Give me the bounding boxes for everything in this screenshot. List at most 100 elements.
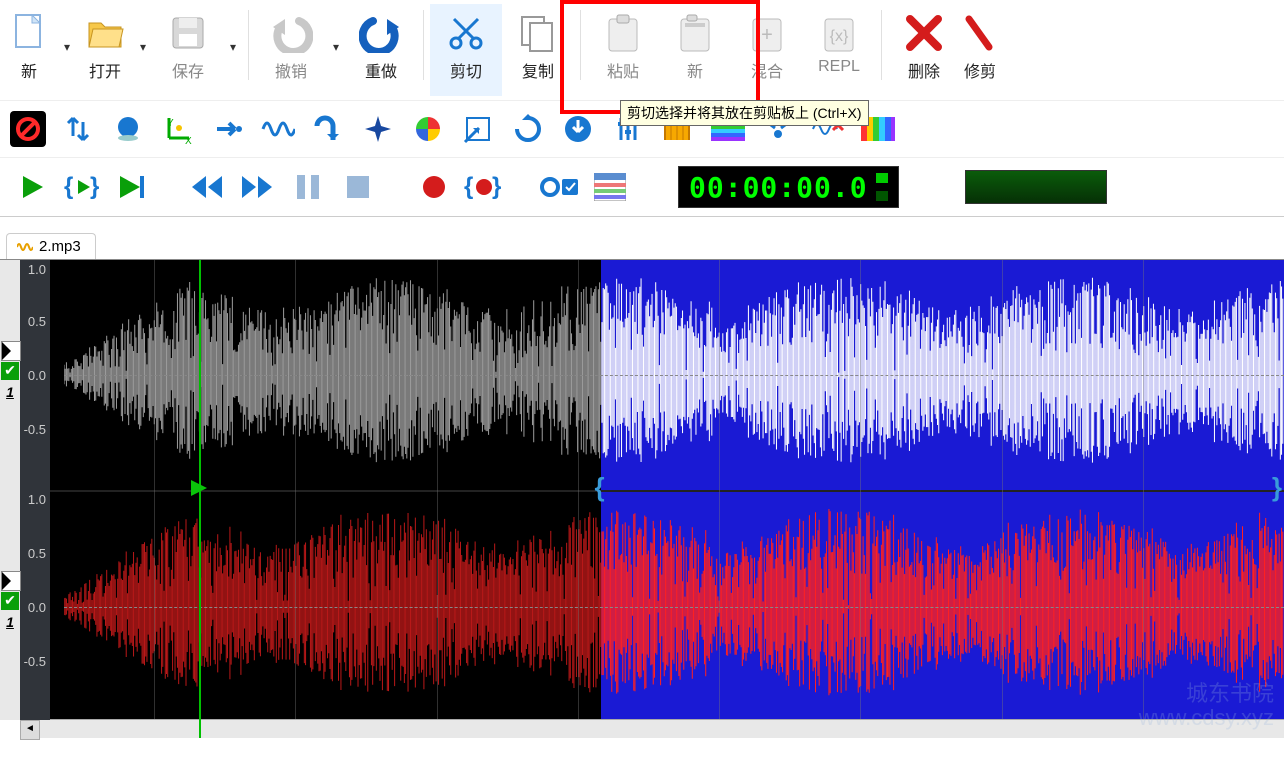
waveform-tab-icon (17, 241, 33, 253)
axis-icon[interactable]: YX (160, 111, 196, 147)
transport-toolbar: {} {} 00:00:00.0 (0, 158, 1284, 217)
download-icon[interactable] (560, 111, 596, 147)
redo-button[interactable]: 重做 (345, 4, 417, 96)
paste-button[interactable]: 粘贴 (587, 4, 659, 96)
play-button[interactable] (10, 167, 54, 207)
undo-dropdown-icon[interactable]: ▾ (327, 4, 345, 90)
trim-icon (965, 10, 995, 56)
trim-button[interactable]: 修剪 (960, 4, 1000, 96)
list-view-button[interactable] (588, 167, 632, 207)
save-label: 保存 (172, 58, 204, 82)
forward-button[interactable] (236, 167, 280, 207)
mix-icon: + (749, 10, 785, 56)
channel-right[interactable] (20, 490, 1284, 722)
uturn-icon[interactable] (310, 111, 346, 147)
folder-open-icon (85, 10, 125, 56)
recycle-icon[interactable] (510, 111, 546, 147)
pause-button[interactable] (286, 167, 330, 207)
svg-text:Y: Y (167, 118, 174, 129)
target-arrow-icon[interactable] (460, 111, 496, 147)
amp2--0.5: -0.5 (24, 654, 46, 669)
stop-button[interactable] (336, 167, 380, 207)
wave-icon[interactable] (260, 111, 296, 147)
copy-icon (518, 10, 558, 56)
save-dropdown-icon[interactable]: ▾ (224, 4, 242, 90)
channel-left[interactable] (20, 260, 1284, 490)
channel-id-2: 1 (0, 614, 20, 630)
delete-label: 删除 (908, 58, 940, 82)
rewind-button[interactable] (186, 167, 230, 207)
scissors-icon (446, 10, 486, 56)
playback-cursor[interactable] (199, 260, 201, 738)
svg-text:}: } (492, 173, 501, 200)
svg-text:+: + (761, 24, 773, 46)
paste-new-label: 新 (687, 58, 703, 82)
new-dropdown-icon[interactable]: ▾ (58, 4, 76, 90)
file-new-icon (12, 10, 46, 56)
time-display: 00:00:00.0 (678, 166, 899, 208)
delete-button[interactable]: 删除 (888, 4, 960, 96)
amp-0.5: 0.5 (28, 314, 46, 329)
sphere-icon[interactable] (110, 111, 146, 147)
selection-end-bracket[interactable]: } (1272, 472, 1282, 503)
play-loop-button[interactable] (110, 167, 154, 207)
copy-label: 复制 (522, 58, 554, 82)
channel-solo-2[interactable]: ✔ (1, 592, 19, 610)
channel-solo-1[interactable]: ✔ (1, 362, 19, 380)
cut-label: 剪切 (450, 58, 482, 82)
horizontal-scrollbar[interactable]: ◄ (20, 719, 1284, 738)
delete-icon (904, 10, 944, 56)
clipboard-icon (605, 10, 641, 56)
amp-1.0: 1.0 (28, 262, 46, 277)
play-selection-button[interactable]: {} (60, 167, 104, 207)
no-entry-icon[interactable] (10, 111, 46, 147)
color-wheel-icon[interactable] (410, 111, 446, 147)
swap-vert-icon[interactable] (60, 111, 96, 147)
amp-0.0: 0.0 (28, 368, 46, 383)
open-dropdown-icon[interactable]: ▾ (134, 4, 152, 90)
record-button[interactable] (412, 167, 456, 207)
svg-text:X: X (185, 136, 192, 144)
record-selection-button[interactable]: {} (462, 167, 506, 207)
redo-label: 重做 (365, 58, 397, 82)
mix-button[interactable]: + 混合 (731, 4, 803, 96)
selection-start-bracket[interactable]: { (594, 472, 604, 503)
open-button[interactable]: 打开 (76, 4, 134, 96)
star-burst-icon[interactable] (360, 111, 396, 147)
svg-text:{: { (64, 173, 73, 200)
paste-label: 粘贴 (607, 58, 639, 82)
amp2-1.0: 1.0 (28, 492, 46, 507)
copy-button[interactable]: 复制 (502, 4, 574, 96)
svg-text:}: } (90, 173, 99, 200)
cut-button[interactable]: 剪切 (430, 4, 502, 96)
clipboard-new-icon (677, 10, 713, 56)
trim-label: 修剪 (964, 58, 996, 82)
amp2-0.5: 0.5 (28, 546, 46, 561)
scroll-left-icon[interactable]: ◄ (20, 720, 40, 740)
svg-text:{: { (464, 173, 473, 200)
channel-mute-2[interactable] (1, 571, 21, 591)
open-label: 打开 (89, 58, 121, 82)
tab-filename: 2.mp3 (39, 238, 81, 255)
file-tab[interactable]: 2.mp3 (6, 233, 96, 259)
repl-icon: {x} (821, 10, 857, 56)
undo-icon (269, 10, 313, 56)
undo-button[interactable]: 撤销 (255, 4, 327, 96)
amp2-0.0: 0.0 (28, 600, 46, 615)
main-toolbar: 新 ▾ 打开 ▾ 保存 ▾ 撤销 ▾ 重做 剪切 (0, 0, 1284, 101)
new-label: 新 (21, 58, 37, 82)
new-button[interactable]: 新 (0, 4, 58, 96)
waveform-container[interactable]: ✔ 1 ✔ 1 1.0 0.5 0.0 -0.5 1.0 0.5 0.0 -0.… (0, 259, 1284, 738)
save-icon (169, 10, 207, 56)
loop-toggle-button[interactable] (538, 167, 582, 207)
repl-button[interactable]: {x} REPL (803, 4, 875, 96)
repl-label: REPL (818, 58, 860, 76)
channel-id-1: 1 (0, 384, 20, 400)
arrow-right-icon[interactable] (210, 111, 246, 147)
time-value: 00:00:00.0 (689, 171, 868, 204)
undo-label: 撤销 (275, 58, 307, 82)
channel-mute-1[interactable] (1, 341, 21, 361)
paste-new-button[interactable]: 新 (659, 4, 731, 96)
mix-label: 混合 (751, 58, 783, 82)
save-button[interactable]: 保存 (152, 4, 224, 96)
